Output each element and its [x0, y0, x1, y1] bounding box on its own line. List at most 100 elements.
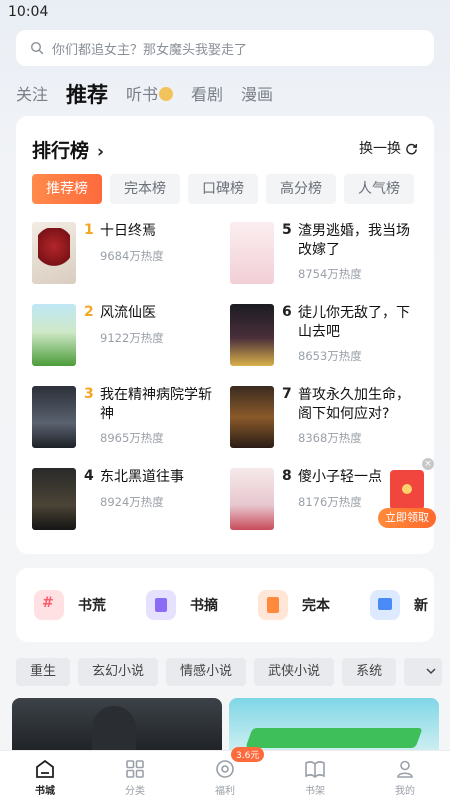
nav-profile[interactable]: 我的: [360, 751, 450, 800]
book-heat: 8754万热度: [298, 267, 362, 281]
home-icon: [36, 759, 54, 778]
tab-drama[interactable]: 看剧: [191, 80, 223, 110]
book-rank: 7: [282, 386, 292, 402]
nav-label: 书架: [305, 786, 325, 797]
nav-label: 分类: [125, 786, 145, 797]
shortcut-book-shortage[interactable]: # 书荒: [34, 590, 106, 620]
chip-recommend[interactable]: 推荐榜: [32, 174, 102, 204]
tab-recommend[interactable]: 推荐: [66, 80, 108, 110]
chevron-right-icon: ›: [97, 142, 105, 162]
book-title: 我在精神病院学斩神: [100, 387, 212, 422]
nav-label: 书城: [35, 786, 55, 797]
nav-bookshelf[interactable]: 书架: [270, 751, 360, 800]
book-title: 徒儿你无敌了，下山去吧: [298, 305, 410, 340]
tab-audiobook-label: 听书: [126, 85, 159, 104]
tag-fantasy[interactable]: 玄幻小说: [78, 658, 159, 686]
red-envelope-icon: [390, 470, 424, 510]
book-title: 十日终焉: [100, 223, 156, 239]
refresh-icon: [406, 143, 418, 154]
user-icon: [397, 760, 413, 778]
tag-wuxia[interactable]: 武侠小说: [254, 658, 335, 686]
chip-completed[interactable]: 完本榜: [110, 174, 180, 204]
tag-romance[interactable]: 情感小说: [166, 658, 247, 686]
shortcut-label: 书荒: [78, 598, 106, 614]
chip-popular[interactable]: 人气榜: [344, 174, 414, 204]
book-item[interactable]: 3 我在精神病院学斩神 8965万热度: [32, 386, 232, 456]
book-cover: [230, 386, 274, 448]
book-heat: 8965万热度: [100, 431, 164, 445]
gift-float[interactable]: × 立即领取: [378, 458, 436, 530]
book-title: 东北黑道往事: [100, 469, 184, 485]
book-rank: 2: [84, 304, 94, 320]
book-title: 渣男逃婚，我当场改嫁了: [298, 223, 410, 258]
shortcut-completed[interactable]: 完本: [258, 590, 330, 620]
coin-icon: [216, 760, 234, 778]
chevron-down-icon[interactable]: [424, 664, 438, 678]
shortcut-label: 新: [414, 598, 428, 614]
nav-category[interactable]: 分类: [90, 751, 180, 800]
book-heat: 9684万热度: [100, 249, 164, 263]
book-item[interactable]: 5 渣男逃婚，我当场改嫁了 8754万热度: [230, 222, 430, 292]
shortcut-new[interactable]: 新: [370, 590, 428, 620]
welfare-badge: 3.6元: [231, 747, 265, 762]
search-bar[interactable]: 你们都追女主？那女魔头我娶走了: [16, 30, 434, 66]
refresh-label: 换一换: [359, 141, 401, 157]
book-heat: 8176万热度: [298, 495, 362, 509]
close-icon[interactable]: ×: [422, 458, 434, 470]
bookmark-icon: [258, 590, 288, 620]
tag-system[interactable]: 系统: [342, 658, 397, 686]
book-cover: [32, 222, 76, 284]
chip-reputation[interactable]: 口碑榜: [188, 174, 258, 204]
grid-icon: [126, 760, 144, 778]
chip-high-score[interactable]: 高分榜: [266, 174, 336, 204]
nav-label: 我的: [395, 786, 415, 797]
book-item[interactable]: 7 普攻永久加生命，阁下如何应对? 8368万热度: [230, 386, 430, 456]
ranking-title-link[interactable]: 排行榜 ›: [32, 140, 105, 162]
genre-tags: 重生 玄幻小说 情感小说 武侠小说 系统: [16, 658, 450, 688]
ranking-card: 排行榜 › 换一换 推荐榜 完本榜 口碑榜 高分榜 人气榜 1 十日终焉 9684…: [16, 116, 434, 554]
book-heat: 8368万热度: [298, 431, 362, 445]
tab-comic[interactable]: 漫画: [241, 80, 273, 110]
nav-bookstore[interactable]: 书城: [0, 751, 90, 800]
ranking-title: 排行榜: [32, 140, 90, 162]
tab-follow[interactable]: 关注: [16, 80, 48, 110]
book-title: 风流仙医: [100, 305, 156, 321]
book-item[interactable]: 6 徒儿你无敌了，下山去吧 8653万热度: [230, 304, 430, 374]
category-shortcuts: # 书荒 书摘 完本 新: [16, 568, 434, 642]
top-tabs: 关注 推荐 听书 看剧 漫画: [16, 80, 291, 110]
shortcut-label: 书摘: [190, 598, 218, 614]
book-item[interactable]: 4 东北黑道往事 8924万热度: [32, 468, 232, 538]
book-rank: 1: [84, 222, 94, 238]
shortcut-excerpt[interactable]: 书摘: [146, 590, 218, 620]
refresh-button[interactable]: 换一换: [359, 138, 418, 158]
book-cover: [230, 222, 274, 284]
nav-label: 福利: [215, 786, 235, 797]
search-icon: [30, 41, 44, 55]
tag-rebirth[interactable]: 重生: [16, 658, 71, 686]
bottom-nav: 书城 分类 3.6元 福利 书架 我的: [0, 747, 450, 800]
hash-icon: #: [34, 590, 64, 620]
tab-audiobook[interactable]: 听书: [126, 80, 174, 110]
book-icon: [305, 761, 325, 779]
claim-button[interactable]: 立即领取: [378, 508, 436, 528]
book-rank: 4: [84, 468, 94, 484]
note-icon: [146, 590, 176, 620]
book-cover: [32, 468, 76, 530]
book-item[interactable]: 1 十日终焉 9684万热度: [32, 222, 232, 292]
book-title: 普攻永久加生命，阁下如何应对?: [298, 387, 410, 422]
book-rank: 8: [282, 468, 292, 484]
book-rank: 6: [282, 304, 292, 320]
status-bar: 10:04: [0, 0, 450, 26]
book-rank: 3: [84, 386, 94, 402]
search-placeholder: 你们都追女主？那女魔头我娶走了: [52, 42, 248, 58]
flag-icon: [370, 590, 400, 620]
book-heat: 8653万热度: [298, 349, 362, 363]
nav-welfare[interactable]: 3.6元 福利: [180, 747, 270, 800]
status-time: 10:04: [8, 4, 49, 20]
book-cover: [32, 386, 76, 448]
feed-card[interactable]: [12, 698, 222, 758]
hand-icon: [159, 87, 174, 101]
book-rank: 5: [282, 222, 292, 238]
shortcut-label: 完本: [302, 598, 330, 614]
book-item[interactable]: 2 风流仙医 9122万热度: [32, 304, 232, 374]
